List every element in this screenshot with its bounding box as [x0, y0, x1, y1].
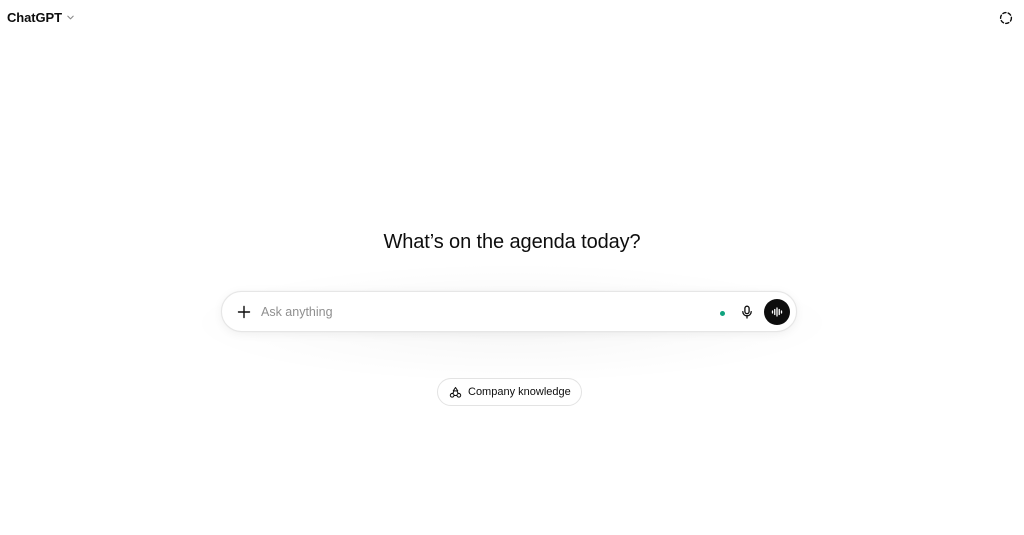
chat-home-page: ChatGPT What’s on the agenda today? Ask … [0, 0, 1024, 535]
add-attachment-button[interactable] [232, 300, 256, 324]
company-knowledge-icon [449, 386, 462, 399]
prompt-input[interactable] [261, 301, 691, 323]
temporary-chat-button[interactable] [996, 8, 1016, 28]
status-dot [720, 311, 725, 316]
model-switcher[interactable]: ChatGPT [0, 5, 81, 29]
composer [221, 291, 797, 332]
model-name: ChatGPT [7, 9, 62, 25]
chip-label: Company knowledge [468, 386, 571, 398]
company-knowledge-chip[interactable]: Company knowledge [437, 378, 582, 406]
voice-mode-button[interactable] [764, 299, 790, 325]
chevron-down-icon [66, 13, 75, 22]
page-title: What’s on the agenda today? [383, 231, 641, 253]
voice-waveform-icon [771, 306, 783, 318]
dictate-button[interactable] [736, 301, 758, 323]
microphone-icon [740, 305, 754, 319]
plus-icon [237, 305, 251, 319]
dashed-circle-icon [999, 11, 1013, 25]
